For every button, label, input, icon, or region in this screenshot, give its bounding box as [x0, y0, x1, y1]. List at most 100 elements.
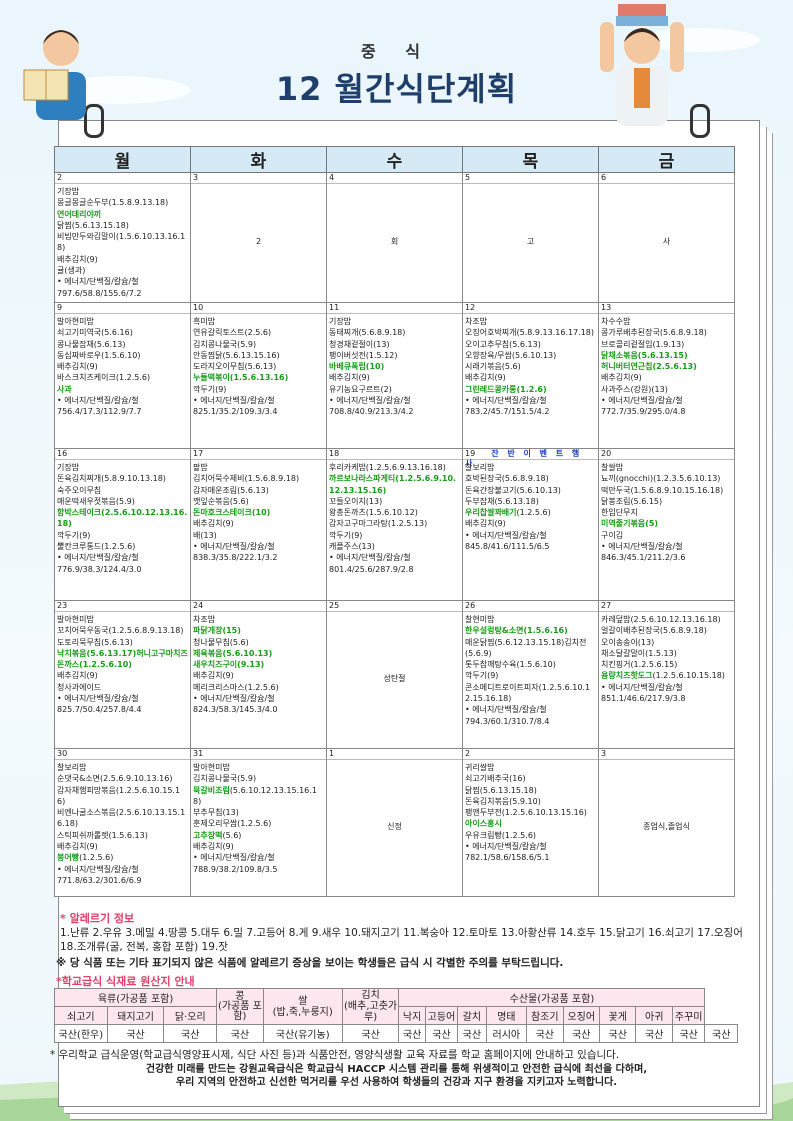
menu-item-highlight: 까르보나라스파게티(1.2.5.6.9.10.12.13.15.16)	[329, 474, 457, 495]
allergen-codes: (5.6)	[222, 830, 242, 840]
menu-item: 붕어빵(1.2.5.6)	[57, 852, 188, 863]
menu-item-name: 닭찜(5.6.13.15.18)	[465, 785, 537, 795]
homepage-notice: * 우리학교 급식운영(학교급식영양표시제, 식단 사진 등)과 식품안전, 영…	[50, 1049, 620, 1061]
menu-list: 팥밥 김치어묵수제비(1.5.6.8.9.18) 감자매운조림(5.6.13) 깻잎순…	[191, 460, 326, 564]
origin-subheader: 오징어	[562, 1006, 601, 1025]
menu-item-name: 뇨끼(gnocchi)(1.2.3.5.6.10.13)	[601, 474, 721, 484]
menu-item-highlight: 낙지볶음(5.6.13.17)허니고구마치즈돈까스(1.2.5.6.10)	[57, 648, 188, 670]
menu-item: 아이스홍시	[465, 818, 596, 829]
allergen-codes: (1.2.5.6.10.15.18)	[652, 671, 725, 681]
menu-item-name: 호박된장국(5.6.8.9.18)	[465, 474, 549, 484]
menu-item-name: 브로콜리겉절임(1.9.13)	[601, 339, 685, 349]
menu-item: 카레덮밥(2.5.6.10.12.13.16.18)	[601, 614, 732, 625]
menu-item-name: 도토리묵무침(5.6.13)	[57, 637, 133, 647]
origin-header: 쌀 (밥,죽,누룽지)	[262, 988, 343, 1025]
menu-item: 얼갈이배추된장국(5.6.8.9.18)	[601, 625, 732, 636]
menu-item: 차수수밥	[601, 316, 732, 327]
menu-item-name: 돈육김치볶음(5.9.10)	[465, 796, 541, 806]
holiday-label: 2	[255, 237, 262, 247]
menu-item-name: • 에너지/단백질/칼슘/철	[193, 694, 275, 704]
menu-item: 708.8/40.9/213.3/4.2	[329, 406, 460, 417]
menu-item-name: • 에너지/단백질/칼슘/철	[57, 277, 139, 287]
week-row: 16 기장밥 돈육김치찌개(5.8.9.10.13.18) 숙주오이무침 매운떡새우젓볶…	[54, 448, 735, 601]
menu-item-name: 닭봉조림(5.6.15)	[601, 496, 663, 506]
menu-item: 794.3/60.1/310.7/8.4	[465, 716, 596, 727]
menu-item-name: 몽글몽글순두부(1.5.8.9.13.18)	[57, 198, 169, 208]
origin-value: 국산	[671, 1024, 706, 1043]
menu-item-name: 감자고구마그라탕(1.2.5.13)	[329, 519, 428, 529]
menu-item: 꼬들오이지(13)	[329, 496, 460, 507]
menu-item-name: 오이고추무침(5.6.13)	[465, 339, 541, 349]
menu-item: 파닭개장(15)	[193, 625, 324, 636]
menu-item: 배추김치(9)	[57, 841, 188, 852]
menu-item: 뿔칸크루통드(1.2.5.6)	[57, 541, 188, 552]
menu-list: 카레덮밥(2.5.6.10.12.13.16.18) 얼갈이배추된장국(5.6.8…	[599, 612, 734, 704]
menu-item-name: • 에너지/단백질/칼슘/철	[193, 396, 275, 406]
menu-item-name: 흑미밥	[193, 317, 216, 326]
menu-item-name: 숙주오이무침	[57, 485, 102, 495]
menu-item: • 에너지/단백질/칼슘/철	[465, 704, 596, 715]
menu-item: 브로콜리겉절임(1.9.13)	[601, 339, 732, 350]
menu-item: 미역줄기볶음(5)	[601, 518, 732, 529]
origin-value: 국산	[341, 1024, 400, 1043]
date-number: 20	[599, 449, 734, 460]
day-cell: 26 찰현미밥 한우설렁탕&소면(1.5.6.16) 매운닭찜(5.6.12.13.1…	[462, 600, 599, 749]
menu-item-name: 771.8/63.2/301.6/6.9	[57, 875, 142, 885]
day-cell: 23 발아현미밥 꼬치어묵우동국(1.2.5.6.8.9.13.18) 도토리묵무침(…	[54, 600, 191, 749]
menu-item-name: • 에너지/단백질/칼슘/철	[193, 853, 275, 863]
day-cell: 3 종업식,졸업식	[598, 748, 735, 897]
menu-item-name: 시래기볶음(5.6)	[465, 362, 521, 372]
menu-item-name: 순댓국&소면(2.5.6.9.10.13.16)	[57, 774, 173, 784]
menu-item: 숙주오이무침	[57, 485, 188, 496]
slogan: 건강한 미래를 만드는 강원교육급식은 학교급식 HACCP 시스템 관리를 통…	[0, 1063, 793, 1089]
date-number: 31	[191, 749, 326, 760]
menu-item-name: 825.1/35.2/109.3/3.4	[193, 407, 278, 417]
menu-item: 쇠고기미역국(5.6.16)	[57, 327, 188, 338]
menu-item-highlight: 붕어빵	[57, 853, 80, 863]
menu-item: 깍두기(9)	[57, 530, 188, 541]
day-cell: 11 기장밥 동태찌개(5.6.8.9.18) 청경채겉절이(13) 팽이버섯전(1.5…	[326, 302, 463, 449]
date-number: 10	[191, 303, 326, 314]
menu-item: 차조밥	[193, 614, 324, 625]
menu-list: 발아현미밥 김치콩나물국(5.9) 묵갈비조림(5.6.10.12.13.15.16…	[191, 760, 326, 875]
menu-item-name: 788.9/38.2/109.8/3.5	[193, 864, 278, 874]
menu-item: 유기농요구르트(2)	[329, 384, 460, 395]
menu-item-highlight: 연어데리야끼	[57, 209, 102, 219]
menu-item-name: 쇠고기미역국(5.6.16)	[57, 328, 133, 338]
menu-item: 시래기볶음(5.6)	[465, 361, 596, 372]
date-number: 25	[327, 601, 462, 612]
origin-heading: *학교급식 식재료 원산지 안내	[56, 975, 195, 988]
menu-item: • 에너지/단백질/칼슘/철	[193, 693, 324, 704]
menu-item: 새우치즈구이(9.13)	[193, 659, 324, 670]
menu-item-name: 825.7/50.4/257.8/4.4	[57, 705, 142, 715]
slogan-line: 우리 지역의 안전하고 신선한 먹거리를 우선 사용하여 학생들의 건강과 지구…	[175, 1077, 618, 1088]
date-number: 13	[599, 303, 734, 314]
menu-list: 찰쌀밥 뇨끼(gnocchi)(1.2.3.5.6.10.13) 떡만두국(1.5.…	[599, 460, 734, 564]
menu-item: 떡만두국(1.5.6.8.9.10.15.16.18)	[601, 485, 732, 496]
origin-value: 국산(유기농)	[262, 1024, 343, 1043]
origin-value: 국산	[106, 1024, 165, 1043]
menu-item: 팽앤두부전(1.2.5.6.10.13.15.16)	[465, 807, 596, 818]
day-cell: 2 귀리쌀밥 쇠고기배추국(16) 닭찜(5.6.13.15.18) 돈육김치볶음(5.…	[462, 748, 599, 897]
menu-item-highlight: 바베큐폭립(10)	[329, 362, 385, 372]
menu-item: 배추김치(9)	[57, 361, 188, 372]
menu-item-name: 배추김치(9)	[601, 373, 642, 383]
menu-item: 801.4/25.6/287.9/2.8	[329, 564, 460, 575]
menu-item-name: 부추무침(13)	[193, 808, 239, 818]
menu-item-name: 기장밥	[57, 187, 80, 196]
origin-subheader: 주꾸미	[671, 1006, 706, 1025]
menu-item: 사과주스(강원)(13)	[601, 384, 732, 395]
menu-item-name: 청나물무침(5.6)	[193, 637, 249, 647]
menu-item-name: 708.8/40.9/213.3/4.2	[329, 407, 414, 417]
date-number: 24	[191, 601, 326, 612]
menu-item-name: 스틱피쉬까롤렛(1.5.6.13)	[57, 830, 148, 840]
menu-item: 차조밥	[465, 316, 596, 327]
menu-item-name: 콩가루배추된장국(5.6.8.9.18)	[601, 328, 707, 338]
menu-list: 귀리쌀밥 쇠고기배추국(16) 닭찜(5.6.13.15.18) 돈육김치볶음(5.9…	[463, 760, 598, 864]
menu-item-highlight: 미역줄기볶음(5)	[601, 519, 659, 529]
menu-item-name: • 에너지/단백질/칼슘/철	[329, 553, 411, 563]
menu-item: • 에너지/단백질/칼슘/철	[193, 395, 324, 406]
menu-item: • 에너지/단백질/칼슘/철	[329, 552, 460, 563]
menu-item-name: 꼬치어묵우동국(1.2.5.6.8.9.13.18)	[57, 626, 184, 636]
menu-item-name: 기장밥	[329, 317, 352, 326]
